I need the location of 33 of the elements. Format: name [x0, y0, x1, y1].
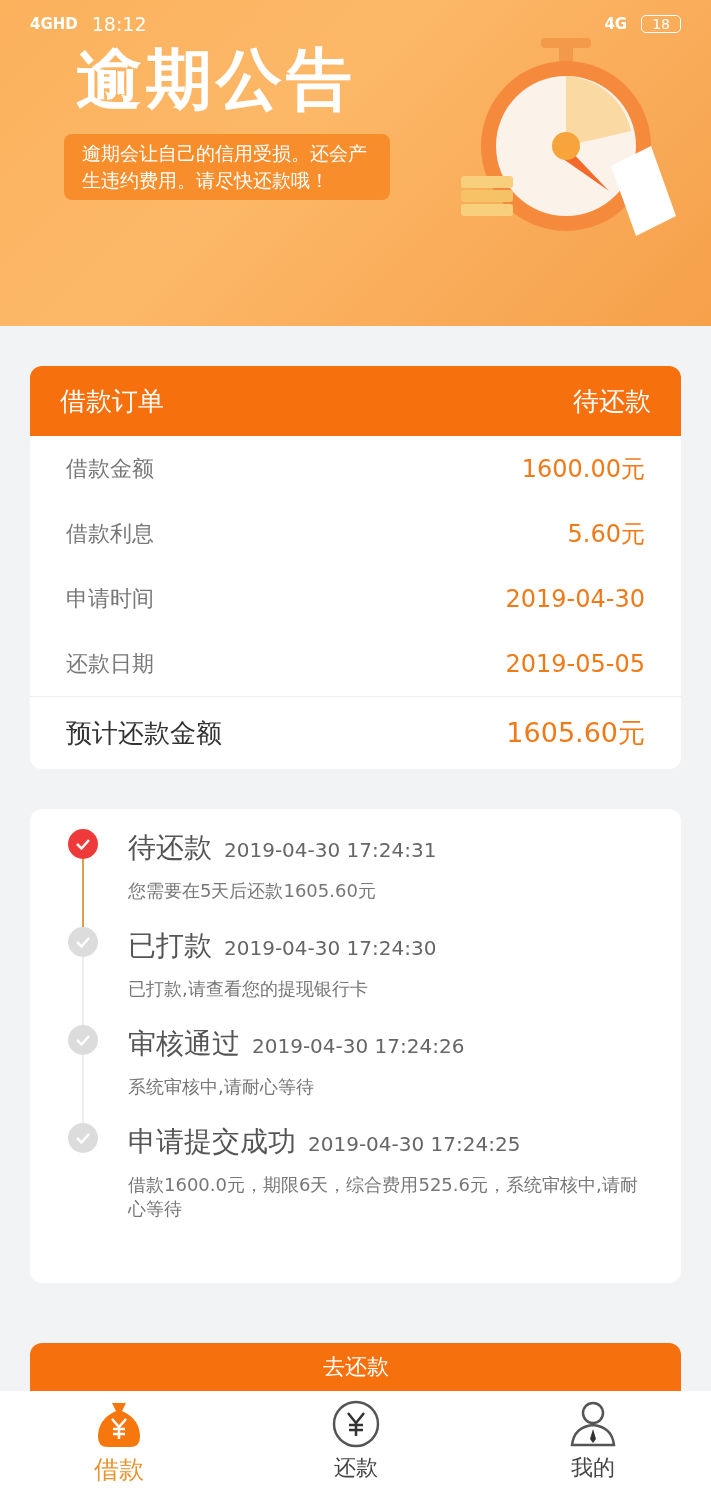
step-title: 待还款: [128, 830, 212, 866]
step-title: 审核通过: [128, 1026, 240, 1062]
field-value: 2019-05-05: [505, 649, 645, 678]
total-value: 1605.60元: [506, 716, 645, 750]
step-time: 2019-04-30 17:24:30: [224, 936, 437, 960]
clock-time: 18:12: [91, 13, 147, 35]
field-label: 借款金额: [66, 454, 154, 483]
battery-level: 18: [641, 15, 681, 33]
banner-title: 逾期公告: [75, 40, 357, 120]
field-label: 借款利息: [66, 519, 154, 548]
step-title: 申请提交成功: [128, 1124, 296, 1160]
total-label: 预计还款金额: [66, 716, 222, 750]
field-label: 还款日期: [66, 649, 154, 678]
order-status: 待还款: [573, 384, 651, 418]
step-time: 2019-04-30 17:24:31: [224, 838, 437, 862]
step-detail: 借款1600.0元，期限6天，综合费用525.6元，系统审核中,请耐心等待: [128, 1173, 639, 1221]
step-time: 2019-04-30 17:24:26: [252, 1034, 465, 1058]
field-label: 申请时间: [66, 584, 154, 613]
step-detail: 您需要在5天后还款1605.60元: [128, 879, 377, 903]
card-title: 借款订单: [60, 384, 164, 418]
step-time: 2019-04-30 17:24:25: [308, 1132, 521, 1156]
step-title: 已打款: [128, 928, 212, 964]
network-label: 4G: [604, 15, 628, 33]
tab-item[interactable]: 还款: [330, 1399, 381, 1483]
network-label: 4GHD: [30, 15, 78, 33]
tab-item[interactable]: 我的: [567, 1399, 618, 1483]
yen-coin-icon: [330, 1399, 381, 1449]
field-value: 5.60元: [567, 518, 645, 550]
notice-message: 逾期会让自己的信用受损。还会产生违约费用。请尽快还款哦！: [64, 134, 390, 200]
step-detail: 已打款,请查看您的提现银行卡: [128, 977, 369, 1001]
step-detail: 系统审核中,请耐心等待: [128, 1075, 315, 1099]
field-value: 2019-04-30: [505, 584, 645, 613]
field-value: 1600.00元: [521, 453, 645, 485]
